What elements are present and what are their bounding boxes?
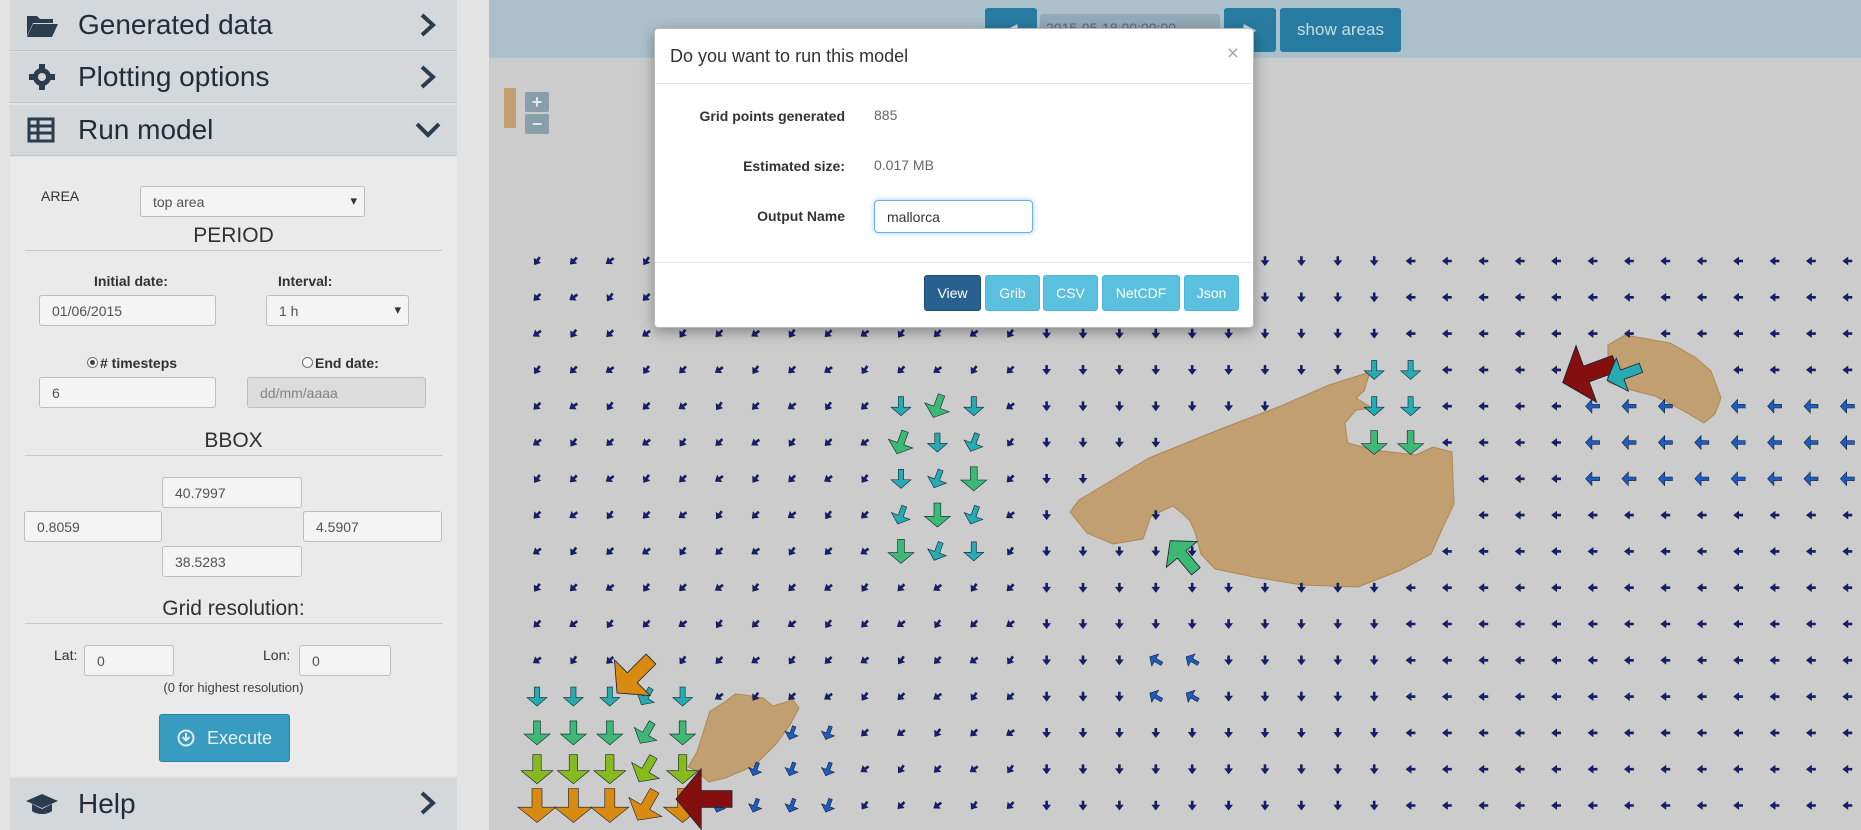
dialog-header: Do you want to run this model ×	[655, 29, 1253, 84]
netcdf-button[interactable]: NetCDF	[1102, 275, 1180, 311]
output-name-label: Output Name	[757, 208, 845, 224]
run-model-dialog: Do you want to run this model × Grid poi…	[654, 28, 1254, 328]
json-button[interactable]: Json	[1184, 275, 1239, 311]
dialog-title: Do you want to run this model	[670, 46, 909, 66]
output-name-input[interactable]	[874, 200, 1033, 233]
estimated-size-label: Estimated size:	[743, 158, 845, 174]
grid-points-value: 885	[874, 107, 898, 123]
estimated-size-value: 0.017 MB	[874, 157, 934, 173]
grid-points-label: Grid points generated	[699, 108, 845, 124]
view-button[interactable]: View	[924, 275, 981, 311]
close-icon[interactable]: ×	[1227, 42, 1239, 66]
dialog-footer: View Grib CSV NetCDF Json	[655, 262, 1253, 328]
csv-button[interactable]: CSV	[1043, 275, 1098, 311]
grib-button[interactable]: Grib	[985, 275, 1040, 311]
